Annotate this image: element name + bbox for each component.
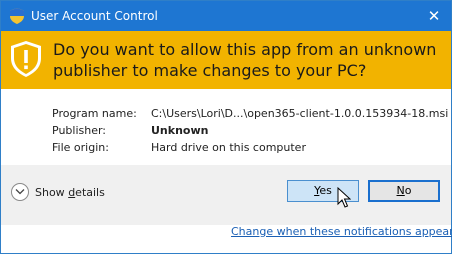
uac-dialog: User Account Control ✕ Do you want to al… <box>0 0 452 254</box>
title-bar[interactable]: User Account Control ✕ <box>1 1 451 31</box>
file-origin-value: Hard drive on this computer <box>151 141 306 154</box>
mouse-cursor-icon <box>337 187 351 208</box>
warning-shield-icon <box>11 41 41 77</box>
detail-row-file-origin: File origin: Hard drive on this computer <box>52 139 448 156</box>
detail-row-publisher: Publisher: Unknown <box>52 122 448 139</box>
detail-label: Program name: <box>52 107 137 120</box>
detail-label: Publisher: <box>52 124 107 137</box>
action-area: Show details Yes No <box>1 165 451 225</box>
detail-label: File origin: <box>52 141 109 154</box>
show-details-label: Show details <box>35 185 105 199</box>
detail-row-program-name: Program name: C:\Users\Lori\D...\open365… <box>52 105 448 122</box>
program-details: Program name: C:\Users\Lori\D...\open365… <box>52 105 448 156</box>
window-title: User Account Control <box>31 9 158 23</box>
chevron-down-icon <box>11 183 29 201</box>
change-notifications-link[interactable]: Change when these notifications appear <box>231 225 452 239</box>
warning-banner: Do you want to allow this app from an un… <box>1 31 451 89</box>
show-details-toggle[interactable]: Show details <box>11 183 105 201</box>
close-icon: ✕ <box>427 7 441 25</box>
prompt-question: Do you want to allow this app from an un… <box>53 40 437 80</box>
publisher-value: Unknown <box>151 124 209 137</box>
program-name-value: C:\Users\Lori\D...\open365-client-1.0.0.… <box>151 107 449 120</box>
no-button[interactable]: No <box>368 180 440 202</box>
uac-shield-icon <box>10 8 24 24</box>
close-button[interactable]: ✕ <box>423 5 445 27</box>
